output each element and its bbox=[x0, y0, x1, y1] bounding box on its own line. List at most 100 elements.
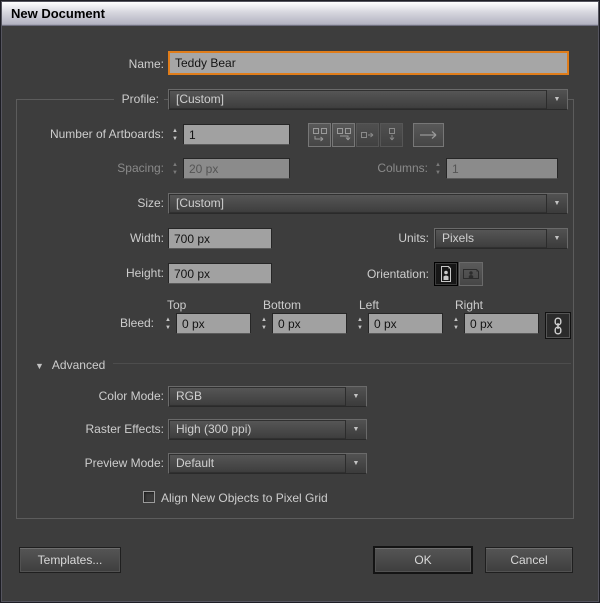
raster-effects-row: Raster Effects: High (300 ppi) ▼ bbox=[1, 419, 599, 440]
chevron-down-icon[interactable]: ▼ bbox=[546, 229, 567, 248]
chevron-down-icon[interactable]: ▼ bbox=[546, 194, 567, 213]
spinner-down-icon[interactable]: ▼ bbox=[453, 325, 459, 331]
color-mode-value: RGB bbox=[176, 389, 203, 403]
profile-label: Profile: bbox=[113, 92, 164, 106]
raster-effects-dropdown[interactable]: High (300 ppi) ▼ bbox=[168, 419, 367, 440]
chevron-down-icon[interactable]: ▼ bbox=[345, 454, 366, 473]
height-input[interactable]: 700 px bbox=[168, 263, 272, 284]
new-document-dialog: New Document Name: Teddy Bear Profile: [… bbox=[0, 0, 600, 603]
spinner-down-icon: ▼ bbox=[172, 169, 178, 176]
size-value: [Custom] bbox=[176, 196, 225, 210]
spacing-label: Spacing: bbox=[117, 161, 164, 175]
units-value: Pixels bbox=[442, 231, 475, 245]
color-mode-label: Color Mode: bbox=[98, 389, 164, 403]
artboards-value: 1 bbox=[189, 128, 196, 142]
flow-direction-icon[interactable] bbox=[413, 123, 444, 147]
grid-by-row-icon[interactable] bbox=[308, 123, 331, 147]
preview-mode-row: Preview Mode: Default ▼ bbox=[1, 453, 599, 474]
artboards-stepper[interactable]: ▲ ▼ bbox=[168, 124, 182, 145]
orientation-landscape-icon[interactable] bbox=[459, 262, 483, 286]
raster-effects-value: High (300 ppi) bbox=[176, 422, 252, 436]
columns-stepper: ▲ ▼ bbox=[431, 158, 445, 179]
orientation-portrait-icon[interactable] bbox=[434, 262, 458, 286]
spinner-up-icon[interactable]: ▲ bbox=[172, 128, 178, 134]
height-label: Height: bbox=[125, 266, 164, 280]
spacing-stepper: ▲ ▼ bbox=[168, 158, 182, 179]
bleed-top-field: ▲ ▼ 0 px bbox=[161, 313, 251, 334]
profile-value: [Custom] bbox=[176, 92, 225, 106]
artboard-arrangement-group bbox=[308, 123, 403, 147]
ok-button-label: OK bbox=[414, 553, 432, 567]
bleed-right-value: 0 px bbox=[470, 317, 493, 331]
bleed-left-value: 0 px bbox=[374, 317, 397, 331]
bleed-bottom-value: 0 px bbox=[278, 317, 301, 331]
bleed-top-label: Top bbox=[167, 298, 187, 312]
arrange-by-column-icon[interactable] bbox=[380, 123, 403, 147]
link-bleed-values-icon[interactable] bbox=[545, 312, 571, 339]
units-label: Units: bbox=[398, 231, 429, 245]
spacing-input: 20 px bbox=[183, 158, 290, 179]
spinner-up-icon[interactable]: ▲ bbox=[453, 317, 459, 323]
bleed-bottom-stepper[interactable]: ▲ ▼ bbox=[257, 313, 271, 334]
bleed-bottom-field: ▲ ▼ 0 px bbox=[257, 313, 347, 334]
chevron-down-icon[interactable]: ▼ bbox=[546, 90, 567, 109]
color-mode-dropdown[interactable]: RGB ▼ bbox=[168, 386, 367, 407]
cancel-button[interactable]: Cancel bbox=[485, 547, 573, 573]
spinner-up-icon[interactable]: ▲ bbox=[261, 317, 267, 323]
spinner-up-icon[interactable]: ▲ bbox=[357, 317, 363, 323]
columns-input: 1 bbox=[446, 158, 558, 179]
preview-mode-dropdown[interactable]: Default ▼ bbox=[168, 453, 367, 474]
size-label: Size: bbox=[137, 196, 164, 210]
spinner-down-icon[interactable]: ▼ bbox=[261, 325, 267, 331]
bleed-left-stepper[interactable]: ▲ ▼ bbox=[353, 313, 367, 334]
spinner-down-icon[interactable]: ▼ bbox=[357, 325, 363, 331]
spacing-value: 20 px bbox=[189, 162, 219, 176]
width-input[interactable]: 700 px bbox=[168, 228, 272, 249]
preview-mode-label: Preview Mode: bbox=[84, 456, 164, 470]
grid-by-column-icon[interactable] bbox=[332, 123, 355, 147]
bleed-bottom-input[interactable]: 0 px bbox=[272, 313, 347, 334]
raster-effects-label: Raster Effects: bbox=[85, 422, 164, 436]
spinner-down-icon[interactable]: ▼ bbox=[165, 325, 171, 331]
spinner-down-icon: ▼ bbox=[435, 169, 441, 176]
advanced-divider bbox=[113, 363, 571, 364]
bleed-right-stepper[interactable]: ▲ ▼ bbox=[449, 313, 463, 334]
bleed-left-label: Left bbox=[359, 298, 380, 312]
width-value: 700 px bbox=[174, 232, 211, 246]
units-dropdown[interactable]: Pixels ▼ bbox=[434, 228, 568, 249]
size-dropdown[interactable]: [Custom] ▼ bbox=[168, 193, 568, 214]
bleed-bottom-label: Bottom bbox=[263, 298, 302, 312]
color-mode-row: Color Mode: RGB ▼ bbox=[1, 386, 599, 407]
bleed-right-input[interactable]: 0 px bbox=[464, 313, 539, 334]
advanced-section-toggle[interactable]: ▼ Advanced bbox=[35, 355, 105, 376]
name-row: Name: Teddy Bear bbox=[1, 51, 599, 77]
ok-button[interactable]: OK bbox=[373, 546, 473, 574]
name-value: Teddy Bear bbox=[175, 56, 236, 70]
title-bar: New Document bbox=[2, 2, 598, 26]
columns-label: Columns: bbox=[377, 161, 428, 175]
columns-value: 1 bbox=[452, 162, 459, 176]
bleed-right-label: Right bbox=[455, 298, 484, 312]
artboards-label: Number of Artboards: bbox=[49, 127, 164, 141]
orientation-label: Orientation: bbox=[366, 267, 429, 281]
bleed-label: Bleed: bbox=[119, 316, 154, 330]
advanced-expander-icon[interactable]: ▼ bbox=[35, 361, 44, 371]
pixel-grid-label: Align New Objects to Pixel Grid bbox=[161, 491, 328, 505]
spinner-down-icon[interactable]: ▼ bbox=[172, 136, 178, 142]
bleed-top-input[interactable]: 0 px bbox=[176, 313, 251, 334]
bleed-top-stepper[interactable]: ▲ ▼ bbox=[161, 313, 175, 334]
dialog-title: New Document bbox=[11, 6, 105, 21]
pixel-grid-checkbox[interactable] bbox=[143, 491, 155, 503]
artboards-input[interactable]: 1 bbox=[183, 124, 290, 145]
size-row: Size: [Custom] ▼ bbox=[1, 193, 599, 214]
preview-mode-value: Default bbox=[176, 456, 215, 470]
profile-dropdown[interactable]: [Custom] ▼ bbox=[168, 89, 568, 110]
arrange-by-row-icon[interactable] bbox=[356, 123, 379, 147]
templates-button[interactable]: Templates... bbox=[19, 547, 121, 573]
chevron-down-icon[interactable]: ▼ bbox=[345, 420, 366, 439]
chevron-down-icon[interactable]: ▼ bbox=[345, 387, 366, 406]
spinner-up-icon: ▲ bbox=[435, 161, 441, 168]
bleed-left-input[interactable]: 0 px bbox=[368, 313, 443, 334]
name-input[interactable]: Teddy Bear bbox=[168, 51, 569, 75]
spinner-up-icon[interactable]: ▲ bbox=[165, 317, 171, 323]
